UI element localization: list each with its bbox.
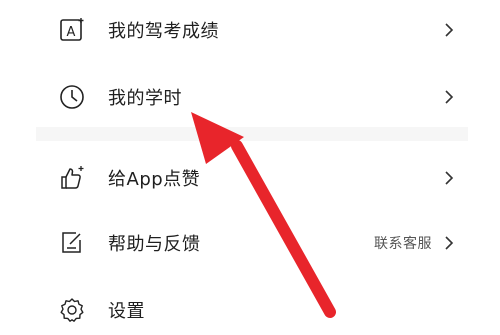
profile-menu-screen: A 我的驾考成绩 我的学时 给App点赞 帮助与反馈 联系客服 设置 [0,0,500,335]
menu-item-rate-app[interactable]: 给App点赞 [0,150,500,206]
chevron-right-icon [445,23,454,37]
exam-score-icon: A [57,15,87,45]
menu-item-label: 设置 [108,301,145,322]
feedback-edit-icon [57,228,87,258]
menu-item-label: 给App点赞 [108,169,201,190]
contact-support-hint: 联系客服 [374,236,432,252]
menu-item-label: 帮助与反馈 [108,234,201,255]
gear-icon [57,295,87,325]
section-divider [36,127,468,141]
menu-item-exam-score[interactable]: A 我的驾考成绩 [0,2,500,58]
menu-item-settings[interactable]: 设置 [0,282,500,335]
thumbs-up-icon [57,163,87,193]
menu-item-study-hours[interactable]: 我的学时 [0,69,500,125]
chevron-right-icon [445,171,454,185]
chevron-right-icon [445,90,454,104]
svg-text:A: A [67,25,76,40]
clock-icon [57,82,87,112]
menu-item-help-feedback[interactable]: 帮助与反馈 联系客服 [0,215,500,271]
menu-item-label: 我的驾考成绩 [108,21,219,42]
menu-item-label: 我的学时 [108,88,182,109]
chevron-right-icon [445,236,454,250]
